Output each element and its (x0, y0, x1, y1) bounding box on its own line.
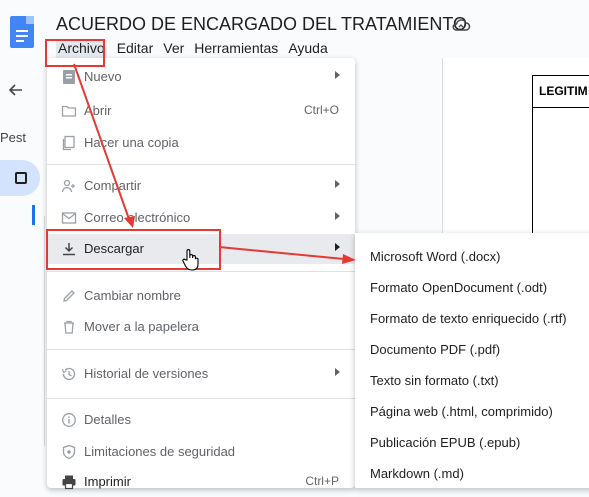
submenu-arrow-icon (335, 243, 340, 251)
trash-icon (64, 320, 74, 334)
menu-item-label: Detalles (84, 412, 131, 427)
rename-icon (63, 290, 75, 302)
submenu-arrow-icon (335, 180, 340, 188)
info-icon (62, 413, 76, 427)
menu-item-cambiar-nombre[interactable]: Cambiar nombre (47, 281, 355, 311)
menu-item-label: Correo electrónico (84, 210, 191, 225)
download-option-odt[interactable]: Formato OpenDocument (.odt) (370, 280, 547, 295)
menu-separator (47, 271, 355, 272)
menu-item-label: Limitaciones de seguridad (84, 444, 236, 459)
menu-separator (47, 349, 355, 350)
download-option-rtf[interactable]: Formato de texto enriquecido (.rtf) (370, 311, 567, 326)
submenu-arrow-icon (335, 71, 340, 79)
menu-item-label: Mover a la papelera (84, 319, 199, 334)
docs-logo-icon[interactable] (10, 16, 34, 48)
menu-ayuda[interactable]: Ayuda (288, 39, 327, 59)
menu-item-label: Hacer una copia (84, 135, 179, 150)
menu-item-historial[interactable]: Historial de versiones (47, 359, 355, 389)
menu-item-imprimir[interactable]: Imprimir Ctrl+P (47, 467, 355, 497)
menu-item-limitaciones[interactable]: Limitaciones de seguridad (47, 437, 355, 467)
menu-separator (47, 398, 355, 399)
sidebar-tabs-label: Pest (0, 130, 27, 145)
download-submenu: Microsoft Word (.docx) Formato OpenDocum… (355, 233, 589, 488)
menu-item-compartir[interactable]: Compartir (47, 171, 355, 201)
download-option-pdf[interactable]: Documento PDF (.pdf) (370, 342, 500, 357)
outline-sidebar (0, 62, 44, 488)
menu-item-label: Historial de versiones (84, 366, 209, 381)
hand-cursor-icon (182, 249, 199, 271)
menu-editar[interactable]: Editar (117, 39, 154, 59)
copy-icon (62, 135, 75, 151)
menu-ver[interactable]: Ver (163, 39, 184, 59)
menu-herramientas[interactable]: Herramientas (194, 39, 278, 59)
file-menu: Nuevo Abrir Ctrl+O Hacer una copia Compa… (47, 58, 355, 490)
history-icon (61, 367, 76, 381)
highlight-box-archivo (45, 39, 105, 67)
download-option-md[interactable]: Markdown (.md) (370, 466, 464, 481)
menu-item-label: Cambiar nombre (84, 288, 181, 303)
folder-icon (61, 105, 77, 117)
table-header-text: LEGITIM (539, 84, 588, 98)
cloud-sync-icon[interactable] (451, 15, 471, 35)
menu-item-label: Nuevo (84, 69, 122, 84)
menu-item-detalles[interactable]: Detalles (47, 405, 355, 435)
menu-item-hacer-copia[interactable]: Hacer una copia (47, 128, 355, 158)
menu-item-abrir[interactable]: Abrir Ctrl+O (47, 96, 355, 126)
security-icon (62, 444, 76, 460)
back-arrow-icon[interactable] (6, 80, 26, 100)
menu-item-label: Compartir (84, 178, 142, 193)
download-option-txt[interactable]: Texto sin formato (.txt) (370, 373, 499, 388)
menu-item-label: Imprimir (84, 474, 131, 489)
document-tab-icon (15, 172, 27, 184)
menu-item-label: Abrir (84, 103, 112, 118)
menu-separator (47, 164, 355, 165)
shortcut-label: Ctrl+P (305, 474, 339, 488)
download-option-html[interactable]: Página web (.html, comprimido) (370, 404, 553, 419)
share-icon (61, 179, 75, 193)
new-doc-icon (63, 70, 75, 84)
shortcut-label: Ctrl+O (303, 103, 339, 117)
submenu-arrow-icon (335, 368, 340, 376)
active-indicator (32, 205, 35, 225)
submenu-arrow-icon (335, 212, 340, 220)
mail-icon (61, 212, 77, 224)
download-option-epub[interactable]: Publicación EPUB (.epub) (370, 435, 520, 450)
document-title[interactable]: ACUERDO DE ENCARGADO DEL TRATAMIENTO (56, 14, 467, 35)
download-option-docx[interactable]: Microsoft Word (.docx) (370, 249, 501, 264)
divider (44, 216, 45, 446)
menu-item-papelera[interactable]: Mover a la papelera (47, 312, 355, 342)
